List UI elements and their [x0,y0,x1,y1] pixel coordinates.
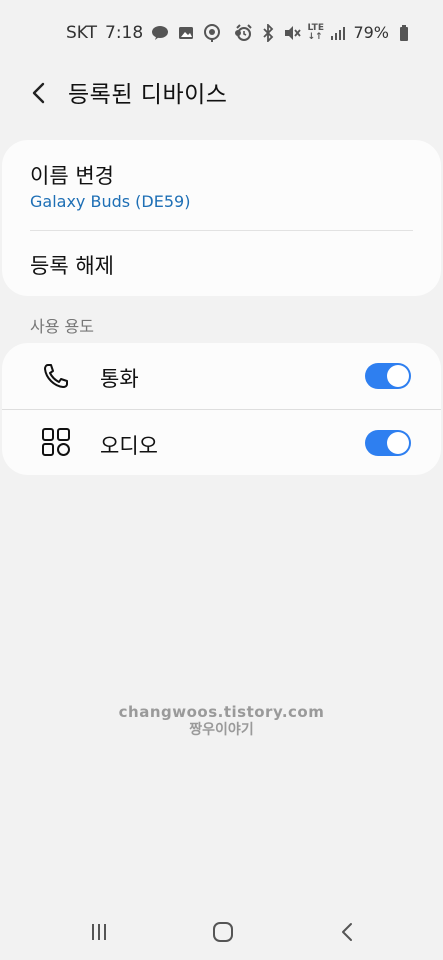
clock: 7:18 [105,23,144,43]
carrier-label: SKT [66,23,98,43]
toggle-knob [387,432,409,454]
audio-toggle[interactable] [365,430,411,456]
usage-item-label: 통화 [100,367,139,391]
talk-icon [151,24,169,42]
gallery-icon [177,24,195,42]
usage-card: 통화 오디오 [2,343,441,475]
alarm-icon [235,23,253,42]
audio-icon [40,426,72,458]
home-icon [213,922,233,942]
unregister-label: 등록 해제 [30,254,114,278]
phone-icon [40,360,72,392]
rename-row[interactable]: 이름 변경 Galaxy Buds (DE59) [2,140,441,230]
usage-item-audio[interactable]: 오디오 [2,410,441,475]
usage-item-label: 오디오 [100,434,158,458]
toggle-knob [387,365,409,387]
recents-button[interactable] [81,917,117,947]
nav-back-icon [342,923,352,941]
back-button[interactable] [22,76,56,110]
recents-icon [92,924,106,940]
home-button[interactable] [205,917,241,947]
lte-icon: LTE ↓↑ [307,22,324,42]
watermark-blog-name: 짱우이야기 [189,722,254,738]
battery-icon [395,24,413,42]
location-icon [203,24,221,42]
usage-section-label: 사용 용도 [30,317,94,336]
bluetooth-icon [259,23,277,42]
mute-icon [283,24,302,42]
usage-item-call[interactable]: 통화 [2,343,441,409]
nav-back-button[interactable] [329,917,365,947]
device-name: Galaxy Buds (DE59) [30,192,191,211]
status-left: SKT 7:18 [66,23,247,43]
page-title: 등록된 디바이스 [68,82,228,108]
unregister-row[interactable]: 등록 해제 [2,231,441,296]
rename-title: 이름 변경 [30,164,114,188]
status-bar: SKT 7:18 LTE ↓↑ 79% [0,0,443,68]
lte-label: LTE [307,22,324,33]
device-card: 이름 변경 Galaxy Buds (DE59) 등록 해제 [2,140,441,296]
navigation-bar [0,905,443,960]
battery-percent: 79% [353,23,389,42]
call-toggle[interactable] [365,363,411,389]
signal-icon [329,24,347,42]
status-right: LTE ↓↑ 79% [235,23,413,42]
back-arrow-icon [32,82,45,104]
app-header: 등록된 디바이스 [0,68,443,114]
